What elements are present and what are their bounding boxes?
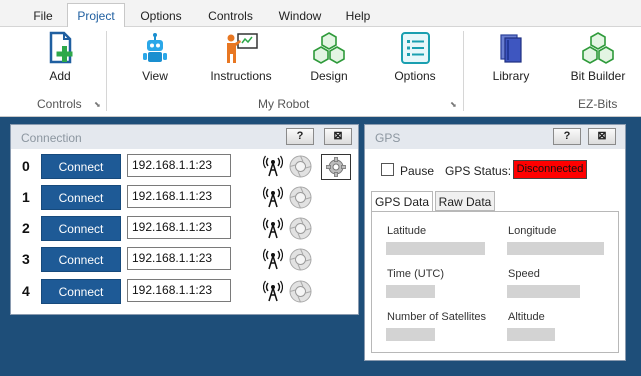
bit-builder-label: Bit Builder [570, 69, 626, 83]
menu-controls[interactable]: Controls [198, 4, 263, 27]
camera-lens-icon[interactable] [289, 217, 312, 240]
pause-label: Pause [400, 164, 435, 178]
ribbon-separator [106, 31, 107, 111]
antenna-icon [263, 248, 283, 270]
address-input[interactable]: 192.168.1.1:23 [127, 185, 231, 208]
connection-index: 3 [22, 251, 30, 267]
antenna-icon [263, 186, 283, 208]
gear-icon [326, 157, 346, 177]
speed-value [507, 285, 580, 298]
antenna-icon [263, 155, 283, 177]
tab-gps-data[interactable]: GPS Data [371, 191, 433, 212]
gps-close-button[interactable]: ⊠ [588, 128, 616, 145]
connection-close-button[interactable]: ⊠ [324, 128, 352, 145]
gps-title: GPS [375, 131, 401, 145]
design-label: Design [310, 69, 348, 83]
books-icon [500, 34, 522, 63]
connection-title: Connection [21, 131, 82, 145]
menu-file[interactable]: File [26, 4, 60, 27]
gps-tabs: GPS Data Raw Data Latitude Longitude Tim… [371, 191, 621, 355]
time-value [386, 285, 435, 298]
tab-raw-data[interactable]: Raw Data [435, 191, 495, 211]
menu-help[interactable]: Help [338, 4, 378, 27]
connection-row: 0 Connect 192.168.1.1:23 [11, 154, 360, 180]
address-input[interactable]: 192.168.1.1:23 [127, 154, 231, 177]
robot-icon [143, 33, 167, 62]
connection-panel: Connection ? ⊠ 0 Connect 192.168.1.1:23 [10, 124, 359, 315]
gps-panel: GPS ? ⊠ Pause GPS Status: Disconnected G… [364, 124, 626, 361]
my-robot-launcher-icon[interactable]: ⬊ [450, 101, 459, 110]
ez-bits-group-label: EZ-Bits [578, 97, 618, 111]
connect-button[interactable]: Connect [41, 247, 121, 272]
settings-button[interactable] [321, 154, 351, 180]
pause-checkbox[interactable] [381, 163, 394, 176]
longitude-value [507, 242, 604, 255]
connection-index: 1 [22, 189, 30, 205]
options-button[interactable]: Options [390, 31, 440, 87]
add-label: Add [49, 69, 71, 83]
connect-button[interactable]: Connect [41, 154, 121, 179]
connect-button[interactable]: Connect [41, 279, 121, 304]
add-button[interactable]: Add [35, 31, 85, 87]
gps-status-badge: Disconnected [513, 160, 587, 179]
instructions-label: Instructions [210, 69, 272, 83]
controls-group-label: Controls [37, 97, 82, 111]
instructor-icon [227, 33, 258, 63]
instructions-button[interactable]: Instructions [208, 31, 274, 87]
menu-project[interactable]: Project [67, 3, 125, 27]
gps-help-button[interactable]: ? [553, 128, 581, 145]
bit-builder-cubes-icon [582, 32, 614, 64]
add-control-icon [49, 31, 73, 64]
address-input[interactable]: 192.168.1.1:23 [127, 216, 231, 239]
address-input[interactable]: 192.168.1.1:23 [127, 279, 231, 302]
camera-lens-icon[interactable] [289, 155, 312, 178]
connect-button[interactable]: Connect [41, 185, 121, 210]
connect-button[interactable]: Connect [41, 216, 121, 241]
ribbon: Add Controls ⬊ View Instructions Design … [0, 27, 641, 117]
altitude-value [507, 328, 555, 341]
view-button[interactable]: View [130, 31, 180, 87]
camera-lens-icon[interactable] [289, 248, 312, 271]
latitude-value [386, 242, 485, 255]
ribbon-separator [463, 31, 464, 111]
connection-row: 3 Connect 192.168.1.1:23 [11, 247, 360, 273]
gps-status-label: GPS Status: [445, 164, 512, 178]
connection-index: 0 [22, 158, 30, 174]
connection-row: 1 Connect 192.168.1.1:23 [11, 185, 360, 211]
controls-launcher-icon[interactable]: ⬊ [94, 101, 103, 110]
options-label: Options [394, 69, 436, 83]
satellites-label: Number of Satellites [387, 311, 487, 323]
gps-titlebar[interactable]: GPS ? ⊠ [365, 125, 625, 149]
menu-options[interactable]: Options [132, 4, 190, 27]
connection-index: 2 [22, 220, 30, 236]
longitude-label: Longitude [508, 225, 557, 237]
antenna-icon [263, 217, 283, 239]
library-button[interactable]: Library [486, 31, 536, 87]
connection-row: 2 Connect 192.168.1.1:23 [11, 216, 360, 242]
speed-label: Speed [508, 268, 540, 280]
connection-index: 4 [22, 283, 30, 299]
time-label: Time (UTC) [387, 268, 445, 280]
satellites-value [386, 328, 435, 341]
altitude-label: Altitude [508, 311, 545, 323]
cubes-icon [313, 32, 345, 64]
gps-data-pane: Latitude Longitude Time (UTC) Speed Numb… [371, 211, 619, 353]
library-label: Library [492, 69, 530, 83]
list-options-icon [401, 32, 430, 64]
connection-help-button[interactable]: ? [286, 128, 314, 145]
camera-lens-icon[interactable] [289, 186, 312, 209]
address-input[interactable]: 192.168.1.1:23 [127, 247, 231, 270]
camera-lens-icon[interactable] [289, 280, 312, 303]
my-robot-group-label: My Robot [258, 97, 310, 111]
view-label: View [142, 69, 168, 83]
design-button[interactable]: Design [304, 31, 354, 87]
latitude-label: Latitude [387, 225, 427, 237]
antenna-icon [263, 280, 283, 302]
connection-row: 4 Connect 192.168.1.1:23 [11, 279, 360, 305]
menu-window[interactable]: Window [270, 4, 330, 27]
bit-builder-button[interactable]: Bit Builder [566, 31, 630, 87]
connection-titlebar[interactable]: Connection ? ⊠ [11, 125, 358, 149]
menu-bar: File Project Options Controls Window Hel… [0, 0, 641, 27]
